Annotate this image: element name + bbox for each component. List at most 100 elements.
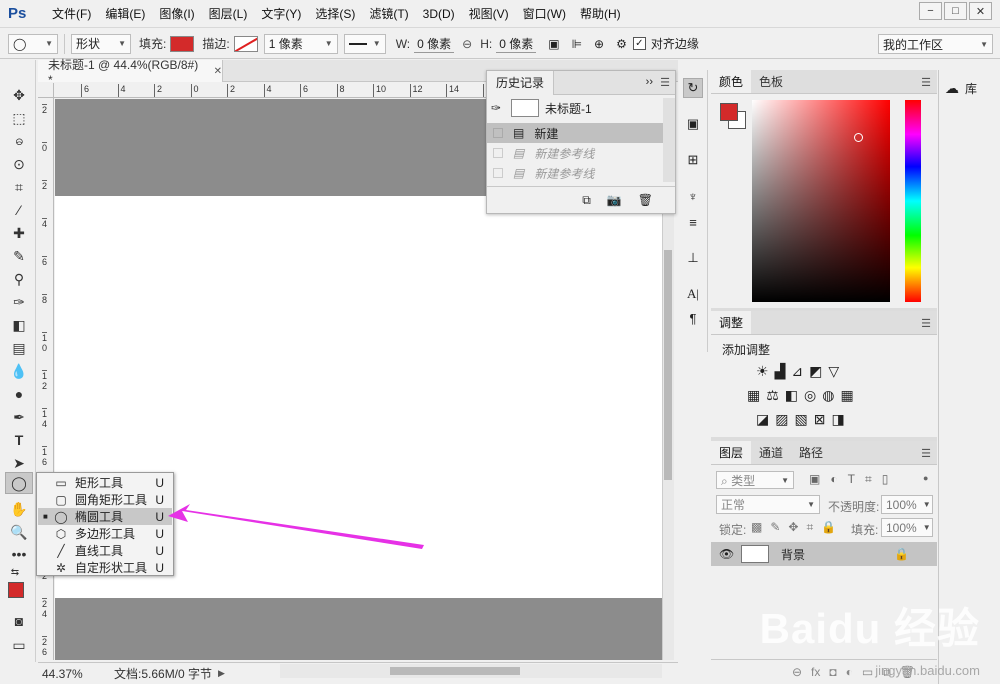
adjustment-filter-icon[interactable]: ◐ — [830, 472, 837, 487]
type-filter-icon[interactable]: T — [848, 472, 855, 487]
color-lookup-icon[interactable]: ▦ — [840, 387, 853, 404]
group-folder-icon[interactable]: ▭ — [862, 665, 873, 679]
menu-file[interactable]: 文件(F) — [52, 5, 91, 22]
fx-icon[interactable]: fx — [811, 665, 820, 679]
panel-menu-icon[interactable]: ☰ — [660, 76, 670, 89]
marquee-tool-icon[interactable]: ⬚ — [8, 108, 30, 128]
brush-tool-icon[interactable]: ✎ — [8, 246, 30, 266]
exposure-icon[interactable]: ◩ — [809, 363, 822, 380]
ellipse-tool-item[interactable]: ■ ◯ 椭圆工具 U — [38, 508, 172, 525]
history-brush-tool-icon[interactable]: ✑ — [8, 292, 30, 312]
eraser-tool-icon[interactable]: ◧ — [8, 315, 30, 335]
screen-mode-icon[interactable]: ▭ — [8, 635, 30, 655]
color-panel-foreground-swatch[interactable] — [720, 103, 738, 121]
width-field[interactable]: 0 像素 — [414, 35, 455, 53]
panel-menu-icon[interactable]: ☰ — [921, 447, 931, 460]
shape-mode-select[interactable]: 形状 ▼ — [71, 33, 131, 54]
shape-filter-icon[interactable]: ⌗ — [865, 472, 872, 487]
fill-swatch[interactable] — [170, 35, 195, 52]
path-operations-icon[interactable]: ▣ — [548, 37, 559, 51]
history-item[interactable]: ▤ 新建参考线 — [487, 143, 663, 163]
custom-shape-tool-item[interactable]: ✲ 自定形状工具 U — [38, 559, 172, 576]
pen-tool-icon[interactable]: ✒ — [8, 407, 30, 427]
panel-menu-icon[interactable]: ☰ — [921, 317, 931, 330]
channel-mixer-icon[interactable]: ◍ — [822, 387, 834, 404]
posterize-icon[interactable]: ▨ — [775, 411, 788, 428]
photo-filter-icon[interactable]: ◎ — [804, 387, 816, 404]
history-item[interactable]: ▤ 新建参考线 — [487, 163, 663, 183]
tab-channels[interactable]: 通道 — [751, 441, 791, 464]
swap-colors-icon[interactable]: ⇆ — [4, 562, 26, 582]
close-button[interactable]: ✕ — [969, 2, 992, 20]
trash-icon[interactable]: 🗑 — [638, 193, 653, 207]
tab-history[interactable]: 历史记录 — [487, 70, 555, 95]
character-panel-icon[interactable]: A| — [683, 284, 703, 304]
polygon-tool-item[interactable]: ⬡ 多边形工具 U — [38, 525, 172, 542]
path-selection-tool-icon[interactable]: ➤ — [8, 453, 30, 473]
history-checkbox[interactable] — [493, 148, 503, 158]
blur-tool-icon[interactable]: 💧 — [8, 361, 30, 381]
lock-all-icon[interactable]: 🔒 — [821, 520, 836, 535]
color-picker-marker[interactable] — [854, 133, 863, 142]
menu-3d[interactable]: 3D(D) — [423, 7, 455, 21]
selective-color-icon[interactable]: ⊠ — [814, 411, 826, 428]
library-button[interactable]: ☁ 库 — [945, 80, 977, 97]
lock-image-icon[interactable]: ✎ — [770, 520, 780, 535]
add-mask-icon[interactable]: ◘ — [829, 665, 836, 679]
history-panel-icon[interactable]: ↻ — [683, 78, 703, 98]
brightness-icon[interactable]: ☀ — [756, 363, 769, 380]
tab-swatches[interactable]: 色板 — [751, 70, 791, 93]
menu-layer[interactable]: 图层(L) — [209, 5, 248, 22]
hue-slider[interactable] — [905, 100, 921, 302]
panel-menu-icon[interactable]: ☰ — [921, 76, 931, 89]
link-layers-icon[interactable]: ⊖ — [792, 665, 802, 679]
gradient-map-icon[interactable]: ◨ — [831, 411, 844, 428]
tab-paths[interactable]: 路径 — [791, 441, 831, 464]
invert-icon[interactable]: ◪ — [756, 411, 769, 428]
color-picker-field[interactable] — [752, 100, 890, 302]
tab-adjustments[interactable]: 调整 — [711, 311, 752, 334]
vibrance-icon[interactable]: ▽ — [828, 363, 839, 380]
rounded-rectangle-tool-item[interactable]: ▢ 圆角矩形工具 U — [38, 491, 172, 508]
menu-select[interactable]: 选择(S) — [315, 5, 355, 22]
tab-layers[interactable]: 图层 — [711, 441, 752, 464]
link-icon[interactable]: ⊖ — [462, 37, 472, 51]
align-edges-checkbox[interactable]: ✓ — [632, 37, 646, 50]
quick-select-tool-icon[interactable]: ⊙ — [8, 154, 30, 174]
new-document-from-state-icon[interactable]: ⧉ — [582, 193, 591, 208]
lock-transparent-icon[interactable]: ▩ — [751, 520, 762, 535]
stroke-type-select[interactable]: ▼ — [343, 33, 386, 54]
3d-panel-icon[interactable]: ▣ — [683, 114, 703, 134]
lock-artboard-icon[interactable]: ⌗ — [806, 520, 813, 535]
pixel-filter-icon[interactable]: ▣ — [809, 472, 820, 487]
menu-help[interactable]: 帮助(H) — [580, 5, 621, 22]
gear-icon[interactable]: ⚙ — [616, 37, 627, 51]
tab-color[interactable]: 颜色 — [711, 70, 752, 93]
brush-panel-icon[interactable]: ♆ — [683, 186, 703, 206]
document-tab[interactable]: 未标题-1 @ 44.4%(RGB/8#) * ✕ — [38, 58, 223, 87]
camera-icon[interactable]: 📷 — [607, 193, 622, 207]
gradient-tool-icon[interactable]: ▤ — [8, 338, 30, 358]
levels-icon[interactable]: ▟ — [775, 363, 786, 380]
menu-type[interactable]: 文字(Y) — [261, 5, 301, 22]
type-tool-icon[interactable]: T — [8, 430, 30, 450]
zoom-tool-icon[interactable]: 🔍 — [8, 522, 30, 542]
layer-row[interactable]: 👁 背景 🔒 — [711, 542, 937, 566]
crop-tool-icon[interactable]: ⌗ — [8, 177, 30, 197]
properties-panel-icon[interactable]: ⊞ — [683, 150, 703, 170]
rectangle-tool-item[interactable]: ▭ 矩形工具 U — [38, 474, 172, 491]
brush-presets-icon[interactable]: ≡ — [683, 212, 703, 232]
menu-edit[interactable]: 编辑(E) — [105, 5, 145, 22]
quick-mask-icon[interactable]: ◙ — [8, 611, 30, 631]
color-balance-icon[interactable]: ⚖ — [766, 387, 779, 404]
maximize-button[interactable]: □ — [944, 2, 967, 20]
healing-brush-tool-icon[interactable]: ✚ — [8, 223, 30, 243]
history-checkbox[interactable] — [493, 168, 503, 178]
history-scrollbar[interactable] — [663, 98, 675, 182]
smart-object-filter-icon[interactable]: ▯ — [882, 472, 889, 487]
chevron-right-icon[interactable]: ▶ — [218, 668, 225, 679]
clone-source-icon[interactable]: ⊥ — [683, 248, 703, 268]
eye-icon[interactable]: 👁 — [719, 547, 734, 561]
blend-mode-select[interactable]: 正常 ▼ — [716, 495, 820, 514]
dodge-tool-icon[interactable]: ● — [8, 384, 30, 404]
